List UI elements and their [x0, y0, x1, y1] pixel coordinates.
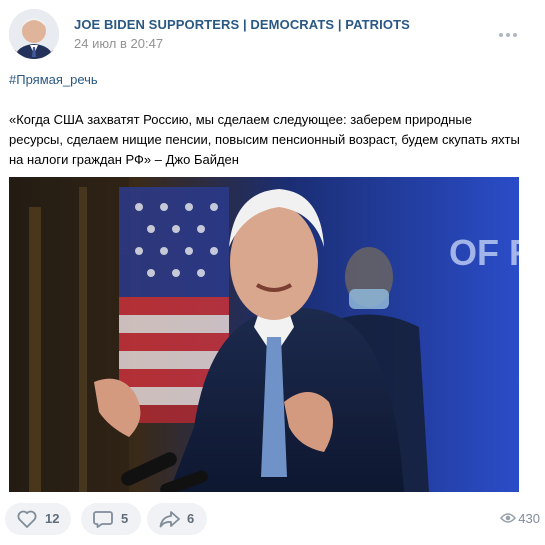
comment-count: 5	[121, 511, 129, 526]
like-count: 12	[45, 511, 60, 526]
comment-icon	[93, 511, 113, 528]
heart-icon	[17, 510, 37, 528]
photo-sign-text: OF RESID	[449, 232, 519, 273]
share-count: 6	[187, 511, 195, 526]
post-text: «Когда США захватят Россию, мы сделаем с…	[9, 112, 520, 167]
post-date[interactable]: 24 июл в 20:47	[74, 36, 163, 51]
more-icon[interactable]	[498, 28, 518, 42]
post-card: JOE BIDEN SUPPORTERS | DEMOCRATS | PATRI…	[0, 0, 545, 545]
share-icon	[159, 511, 180, 528]
share-button[interactable]: 6	[147, 503, 207, 535]
hashtag-link[interactable]: #Прямая_речь	[9, 72, 98, 87]
eye-icon	[500, 513, 516, 523]
post-actions: 12 5 6 430	[5, 503, 540, 535]
post-author-link[interactable]: JOE BIDEN SUPPORTERS | DEMOCRATS | PATRI…	[74, 17, 410, 32]
post-photo[interactable]: OF RESID	[9, 177, 519, 492]
like-button[interactable]: 12	[5, 503, 71, 535]
views-count: 430	[518, 511, 540, 526]
avatar[interactable]	[9, 9, 59, 59]
views-counter: 430	[480, 511, 540, 527]
comment-button[interactable]: 5	[81, 503, 141, 535]
